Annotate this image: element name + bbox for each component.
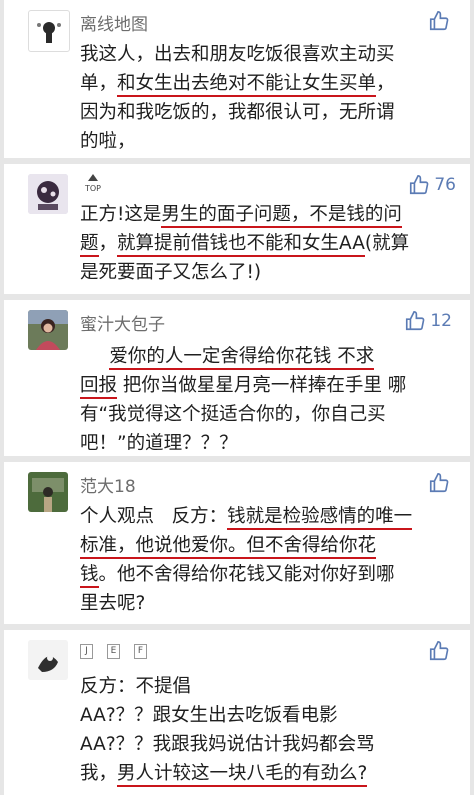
comment-line: 爱你的人一定舍得给你花钱 不求 [80, 342, 460, 371]
comment-line: 有“我觉得这个挺适合你的，你自己买 [80, 400, 460, 429]
like-button[interactable] [428, 640, 450, 662]
avatar[interactable] [28, 472, 68, 512]
highlighted-text: 钱就是检验感情的唯一 [227, 506, 413, 530]
text-segment: ， [376, 73, 395, 94]
badge-f: F [134, 644, 147, 659]
highlighted-text: 男生的面子问题，不是钱的问 [161, 204, 402, 228]
comment-line: AA?？？我跟我妈说估计我妈都会骂 [80, 730, 460, 759]
comment-line: 标准，他说他爱你。但不舍得给你花 [80, 531, 460, 560]
comment-line: 单，和女生出去绝对不能让女生买单， [80, 69, 460, 98]
highlighted-text: 爱你的人一定舍得给你花钱 不求 [109, 346, 375, 370]
text-segment: AA?？？我跟我妈说估计我妈都会骂 [80, 734, 375, 755]
highlighted-text: 男人计较这一块八毛的有劲么? [117, 763, 368, 787]
top-label: TOP [84, 184, 101, 193]
comment-card: J E F 反方：不提倡 AA?？？跟女生出去吃饭看电影 AA?？？我跟我妈说估计我… [4, 630, 470, 795]
text-segment: 反方：不提倡 [80, 676, 192, 697]
highlighted-text: 和女生出去绝对不能让女生买单 [117, 73, 377, 97]
comment-line: 题，就算提前借钱也不能和女生AA(就算 [80, 229, 460, 258]
badge-e: E [107, 644, 120, 659]
like-button[interactable] [428, 472, 450, 494]
badge-j: J [80, 644, 93, 659]
avatar[interactable] [28, 640, 68, 680]
comment-text: 正方!这是男生的面子问题，不是钱的问 题，就算提前借钱也不能和女生AA(就算 是死要… [80, 200, 460, 287]
text-segment [80, 346, 109, 367]
comment-line: 的啦， [80, 127, 460, 156]
text-segment: AA?？？跟女生出去吃饭看电影 [80, 705, 338, 726]
badge-row: J E F [80, 644, 147, 659]
comment-line: 我这人，出去和朋友吃饭很喜欢主动买 [80, 40, 460, 69]
comment-line: 回报 把你当做星星月亮一样捧在手里 哪 [80, 371, 460, 400]
comment-card: TOP 76 正方!这是男生的面子问题，不是钱的问 题，就算提前借钱也不能和女生A… [4, 164, 470, 294]
like-button[interactable] [428, 10, 450, 32]
avatar[interactable] [28, 310, 68, 350]
thumbs-up-icon [429, 11, 449, 31]
comment-line: 我，男人计较这一块八毛的有劲么? [80, 759, 460, 788]
avatar[interactable] [28, 174, 68, 214]
username[interactable]: 离线地图 [80, 10, 148, 35]
like-count: 12 [430, 311, 452, 331]
highlighted-text: 回报 [80, 375, 118, 399]
text-segment: 的啦， [80, 131, 136, 152]
thumbs-up-icon [410, 175, 429, 195]
text-segment: 我， [80, 763, 118, 784]
text-segment: 。他不舍得给你花钱又能对你好到哪 [98, 564, 395, 585]
comment-line: 钱。他不舍得给你花钱又能对你好到哪 [80, 560, 460, 589]
highlighted-text: 题 [80, 233, 99, 257]
comment-line: 吧！”的道理？？？ [80, 429, 460, 458]
comment-line: 个人观点 反方：钱就是检验感情的唯一 [80, 502, 460, 531]
thumbs-up-icon [429, 473, 449, 493]
comment-text: 个人观点 反方：钱就是检验感情的唯一标准，他说他爱你。但不舍得给你花 钱。他不舍得… [80, 502, 460, 618]
comment-card: 范大18 个人观点 反方：钱就是检验感情的唯一 标准，他说他爱你。但不舍得给你花钱… [4, 462, 470, 624]
comment-line: 是死要面子又怎么了!) [80, 258, 460, 287]
text-segment: (就算 [364, 233, 410, 254]
comment-line: 反方：不提倡 [80, 672, 460, 701]
arrow-up-icon [88, 174, 98, 181]
like-button[interactable]: 76 [408, 174, 456, 196]
comment-text: 我这人，出去和朋友吃饭很喜欢主动买 单，和女生出去绝对不能让女生买单， 因为和我吃饭… [80, 40, 460, 156]
username[interactable]: 蜜汁大包子 [80, 310, 165, 335]
thumbs-up-icon [406, 311, 425, 331]
comment-line: 因为和我吃饭的，我都很认可，无所谓 [80, 98, 460, 127]
text-segment: 吧！”的道理？？？ [80, 433, 238, 454]
comment-line: 正方!这是男生的面子问题，不是钱的问 [80, 200, 460, 229]
comment-text: 反方：不提倡 AA?？？跟女生出去吃饭看电影 AA?？？我跟我妈说估计我妈都会骂 我，… [80, 672, 460, 788]
text-segment: 单， [80, 73, 118, 94]
avatar[interactable] [28, 10, 70, 52]
text-segment: 把你当做星星月亮一样捧在手里 哪 [117, 375, 407, 396]
highlighted-text: 钱 [80, 564, 99, 588]
like-button[interactable]: 12 [404, 310, 452, 332]
comment-card: 离线地图 我这人，出去和朋友吃饭很喜欢主动买 单，和女生出去绝对不能让女生买单，因… [4, 0, 470, 158]
text-segment: 是死要面子又怎么了!) [80, 262, 262, 283]
comment-line: 里去呢? [80, 589, 460, 618]
highlighted-text: 标准，他说他爱你。但不舍得给你花 [80, 535, 377, 559]
text-segment: 个人观点 反方： [80, 506, 228, 527]
text-segment: 因为和我吃饭的，我都很认可，无所谓 [80, 102, 395, 123]
text-segment: 正方!这是 [80, 204, 162, 225]
text-segment: 有“我觉得这个挺适合你的，你自己买 [80, 404, 386, 425]
top-badge: TOP [82, 174, 104, 193]
comment-card: 蜜汁大包子 12 爱你的人一定舍得给你花钱 不求 回报 把你当做星星月亮一样捧在手… [4, 300, 470, 456]
highlighted-text: 就算提前借钱也不能和女生AA [117, 233, 365, 257]
comment-line: AA?？？跟女生出去吃饭看电影 [80, 701, 460, 730]
username[interactable]: 范大18 [80, 472, 136, 497]
thumbs-up-icon [429, 641, 449, 661]
text-segment: 里去呢? [80, 593, 146, 614]
text-segment: ， [98, 233, 118, 254]
like-count: 76 [434, 175, 456, 195]
text-segment: 我这人，出去和朋友吃饭很喜欢主动买 [80, 44, 395, 65]
comment-text: 爱你的人一定舍得给你花钱 不求 回报 把你当做星星月亮一样捧在手里 哪有“我觉得这… [80, 342, 460, 458]
